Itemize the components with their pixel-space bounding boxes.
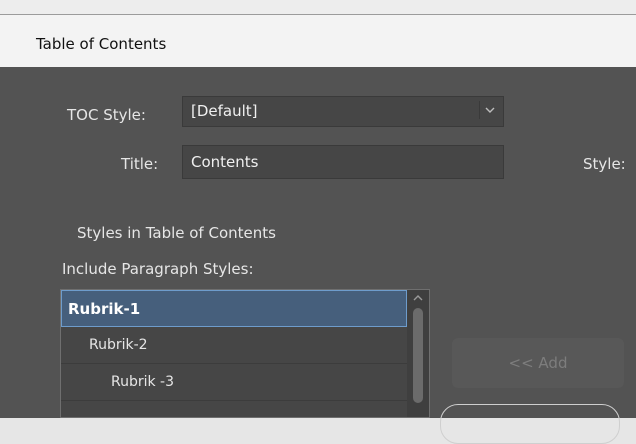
title-bar[interactable]: Table of Contents (0, 15, 636, 67)
add-button[interactable]: << Add (452, 338, 624, 388)
title-input[interactable]: Contents (182, 145, 504, 179)
list-scrollbar[interactable] (407, 290, 429, 417)
add-button-label: << Add (508, 354, 568, 372)
chevron-down-icon[interactable] (479, 101, 500, 119)
window-title: Table of Contents (36, 35, 167, 53)
scrollbar-thumb[interactable] (413, 308, 423, 403)
dialog-window: Table of Contents TOC Style: [Default] T… (0, 0, 636, 444)
scroll-up-icon[interactable] (413, 293, 423, 303)
toc-style-select[interactable]: [Default] (182, 96, 504, 127)
list-item-label: Rubrik -3 (111, 374, 175, 390)
include-paragraph-styles-label: Include Paragraph Styles: (62, 260, 254, 278)
toc-style-value: [Default] (191, 102, 258, 120)
list-item-label: Rubrik-1 (68, 300, 141, 318)
toc-style-label: TOC Style: (67, 106, 146, 124)
title-label: Title: (121, 155, 159, 173)
title-input-value: Contents (191, 153, 259, 171)
remove-button[interactable] (440, 404, 620, 444)
list-item[interactable]: Rubrik -3 (61, 364, 407, 401)
list-item-label: Rubrik-2 (89, 337, 148, 353)
paragraph-styles-list[interactable]: Rubrik-1 Rubrik-2 Rubrik -3 (60, 289, 430, 418)
window-top-edge (0, 0, 636, 15)
section-heading: Styles in Table of Contents (77, 224, 276, 242)
list-item[interactable]: Rubrik-2 (61, 327, 407, 364)
list-item[interactable]: Rubrik-1 (61, 290, 407, 327)
style-label: Style: (583, 155, 626, 173)
